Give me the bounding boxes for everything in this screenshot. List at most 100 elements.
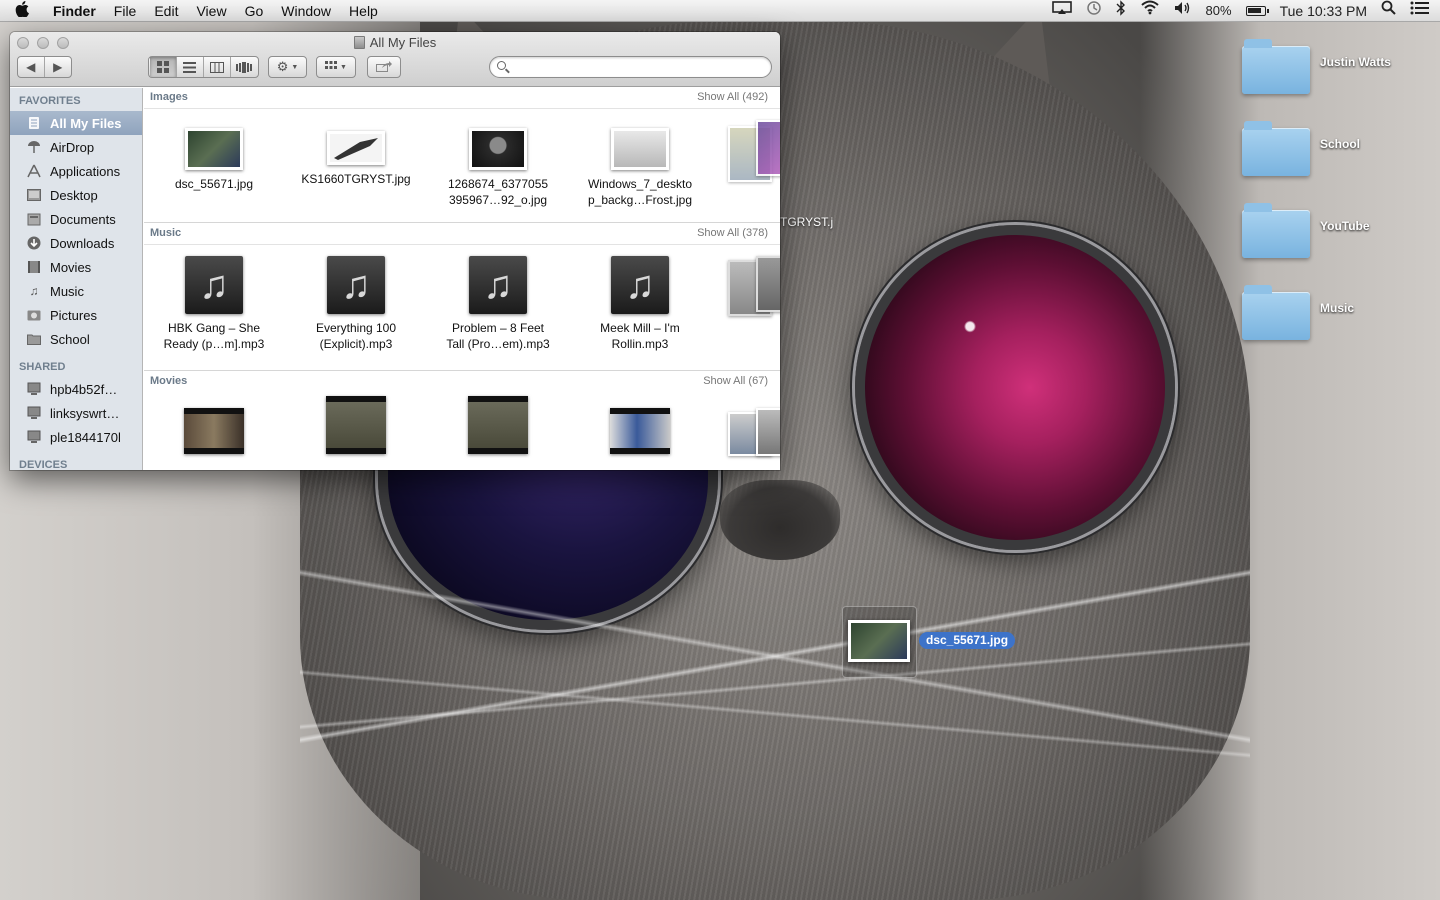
section-music: Music Show All (378) ♫ HBK Gang – She Rea… bbox=[144, 224, 780, 371]
search-field[interactable] bbox=[489, 56, 772, 78]
image-thumbnail bbox=[185, 128, 243, 170]
dragged-file-label[interactable]: dsc_55671.jpg bbox=[919, 632, 1016, 649]
cover-flow-view-button[interactable] bbox=[231, 57, 258, 77]
sidebar-item-label: hpb4b52f… bbox=[50, 381, 118, 397]
folder-icon bbox=[1242, 39, 1310, 94]
finder-sidebar: FAVORITES All My Files AirDrop Applicati… bbox=[10, 88, 143, 470]
show-all-link[interactable]: Show All (378) bbox=[697, 227, 768, 239]
menu-clock[interactable]: Tue 10:33 PM bbox=[1273, 0, 1374, 22]
share-button[interactable] bbox=[367, 56, 401, 78]
sidebar-item-label: School bbox=[50, 331, 90, 347]
bluetooth-icon[interactable] bbox=[1109, 0, 1133, 22]
time-machine-icon[interactable] bbox=[1079, 0, 1109, 22]
arrange-menu-button[interactable]: ▼ bbox=[316, 56, 356, 78]
section-divider bbox=[144, 222, 780, 223]
desktop-folder-school[interactable]: School bbox=[1242, 120, 1432, 176]
column-view-button[interactable] bbox=[204, 57, 231, 77]
file-item[interactable]: Windows_7_deskto p_backg…Frost.jpg bbox=[575, 128, 705, 208]
menu-app-name[interactable]: Finder bbox=[44, 0, 105, 22]
sidebar-item-shared-ple1844170l[interactable]: ple1844170l bbox=[10, 425, 142, 449]
window-title-text: All My Files bbox=[369, 35, 437, 50]
file-item[interactable]: ♫ Everything 100 (Explicit).mp3 bbox=[291, 256, 421, 352]
section-movies: Movies Show All (67) bbox=[144, 372, 780, 456]
menu-help[interactable]: Help bbox=[340, 0, 387, 22]
sidebar-item-label: ple1844170l bbox=[50, 429, 121, 445]
file-name: 1268674_6377055 395967…92_o.jpg bbox=[447, 177, 549, 207]
forward-button[interactable]: ▶ bbox=[45, 57, 71, 77]
sidebar-item-label: Downloads bbox=[50, 235, 115, 251]
list-view-button[interactable] bbox=[177, 57, 204, 77]
dragged-file-thumbnail[interactable] bbox=[848, 620, 910, 662]
apple-menu-icon[interactable] bbox=[0, 0, 44, 21]
window-titlebar[interactable]: All My Files ◀ ▶ ⚙ ▼ ▼ bbox=[10, 32, 780, 87]
music-note-icon: ♫ bbox=[469, 256, 527, 314]
desktop-partial-file-label: TGRYST.j bbox=[780, 215, 834, 229]
sidebar-item-school[interactable]: School bbox=[10, 327, 142, 351]
movie-item[interactable] bbox=[291, 396, 421, 454]
all-my-files-icon bbox=[26, 116, 42, 130]
movie-item[interactable] bbox=[575, 408, 705, 454]
sidebar-item-applications[interactable]: Applications bbox=[10, 159, 142, 183]
movie-item[interactable] bbox=[433, 396, 563, 454]
file-name: Meek Mill – I'm Rollin.mp3 bbox=[600, 321, 680, 351]
section-title: Images bbox=[150, 91, 188, 103]
folder-icon bbox=[1242, 121, 1310, 176]
applications-icon bbox=[26, 164, 42, 178]
wifi-icon[interactable] bbox=[1133, 0, 1167, 22]
sidebar-item-shared-hpb4b52f[interactable]: hpb4b52f… bbox=[10, 377, 142, 401]
section-divider bbox=[144, 370, 780, 371]
menu-go[interactable]: Go bbox=[236, 0, 273, 22]
network-computer-icon bbox=[26, 382, 42, 396]
music-icon: ♫ bbox=[29, 284, 39, 298]
spotlight-icon[interactable] bbox=[1374, 0, 1403, 22]
action-menu-button[interactable]: ⚙ ▼ bbox=[268, 56, 307, 78]
sidebar-item-pictures[interactable]: Pictures bbox=[10, 303, 142, 327]
sidebar-item-label: Music bbox=[50, 283, 84, 299]
sidebar-item-label: Applications bbox=[50, 163, 121, 179]
battery-percent[interactable]: 80% bbox=[1199, 0, 1239, 22]
cat-whiskers bbox=[300, 560, 1250, 760]
movie-item[interactable] bbox=[149, 408, 279, 454]
file-item[interactable]: 1268674_6377055 395967…92_o.jpg bbox=[433, 128, 563, 208]
show-all-link[interactable]: Show All (67) bbox=[703, 375, 768, 387]
sidebar-item-shared-linksyswrt[interactable]: linksyswrt… bbox=[10, 401, 142, 425]
arrange-grid-icon bbox=[325, 60, 338, 74]
section-header: Music Show All (378) bbox=[144, 224, 780, 245]
airplay-icon[interactable] bbox=[1045, 0, 1079, 22]
menu-window[interactable]: Window bbox=[272, 0, 340, 22]
desktop-folder-youtube[interactable]: YouTube bbox=[1242, 202, 1432, 258]
image-thumbnail bbox=[469, 128, 527, 170]
battery-icon[interactable] bbox=[1239, 0, 1273, 22]
desktop-folder-music[interactable]: Music bbox=[1242, 284, 1432, 340]
sidebar-item-movies[interactable]: Movies bbox=[10, 255, 142, 279]
movie-thumbnail bbox=[468, 396, 528, 454]
file-name: HBK Gang – She Ready (p…m].mp3 bbox=[163, 321, 265, 351]
sidebar-item-desktop[interactable]: Desktop bbox=[10, 183, 142, 207]
back-forward-control: ◀ ▶ bbox=[17, 56, 72, 78]
file-item[interactable]: ♫ Problem – 8 Feet Tall (Pro…em).mp3 bbox=[433, 256, 563, 352]
section-images: Images Show All (492) dsc_55671.jpg KS16… bbox=[144, 88, 780, 223]
menu-view[interactable]: View bbox=[187, 0, 235, 22]
section-title: Movies bbox=[150, 375, 188, 387]
sidebar-item-documents[interactable]: Documents bbox=[10, 207, 142, 231]
file-item[interactable]: ♫ Meek Mill – I'm Rollin.mp3 bbox=[575, 256, 705, 352]
back-button[interactable]: ◀ bbox=[18, 57, 45, 77]
sidebar-item-all-my-files[interactable]: All My Files bbox=[10, 111, 142, 135]
menu-file[interactable]: File bbox=[105, 0, 146, 22]
file-name: KS1660TGRYST.jpg bbox=[301, 172, 411, 186]
desktop-folder-justin-watts[interactable]: Justin Watts bbox=[1242, 38, 1432, 94]
icon-view-button[interactable] bbox=[149, 57, 177, 77]
sidebar-item-label: AirDrop bbox=[50, 139, 95, 155]
notification-center-icon[interactable] bbox=[1403, 0, 1440, 22]
sidebar-item-music[interactable]: ♫ Music bbox=[10, 279, 142, 303]
sidebar-item-airdrop[interactable]: AirDrop bbox=[10, 135, 142, 159]
show-all-link[interactable]: Show All (492) bbox=[697, 91, 768, 103]
file-item[interactable]: KS1660TGRYST.jpg bbox=[291, 131, 421, 187]
file-item[interactable]: dsc_55671.jpg bbox=[149, 128, 279, 192]
menu-edit[interactable]: Edit bbox=[145, 0, 187, 22]
volume-icon[interactable] bbox=[1167, 0, 1199, 22]
sidebar-item-downloads[interactable]: Downloads bbox=[10, 231, 142, 255]
file-item[interactable]: ♫ HBK Gang – She Ready (p…m].mp3 bbox=[149, 256, 279, 352]
network-computer-icon bbox=[26, 406, 42, 420]
gear-icon: ⚙ bbox=[276, 59, 289, 74]
